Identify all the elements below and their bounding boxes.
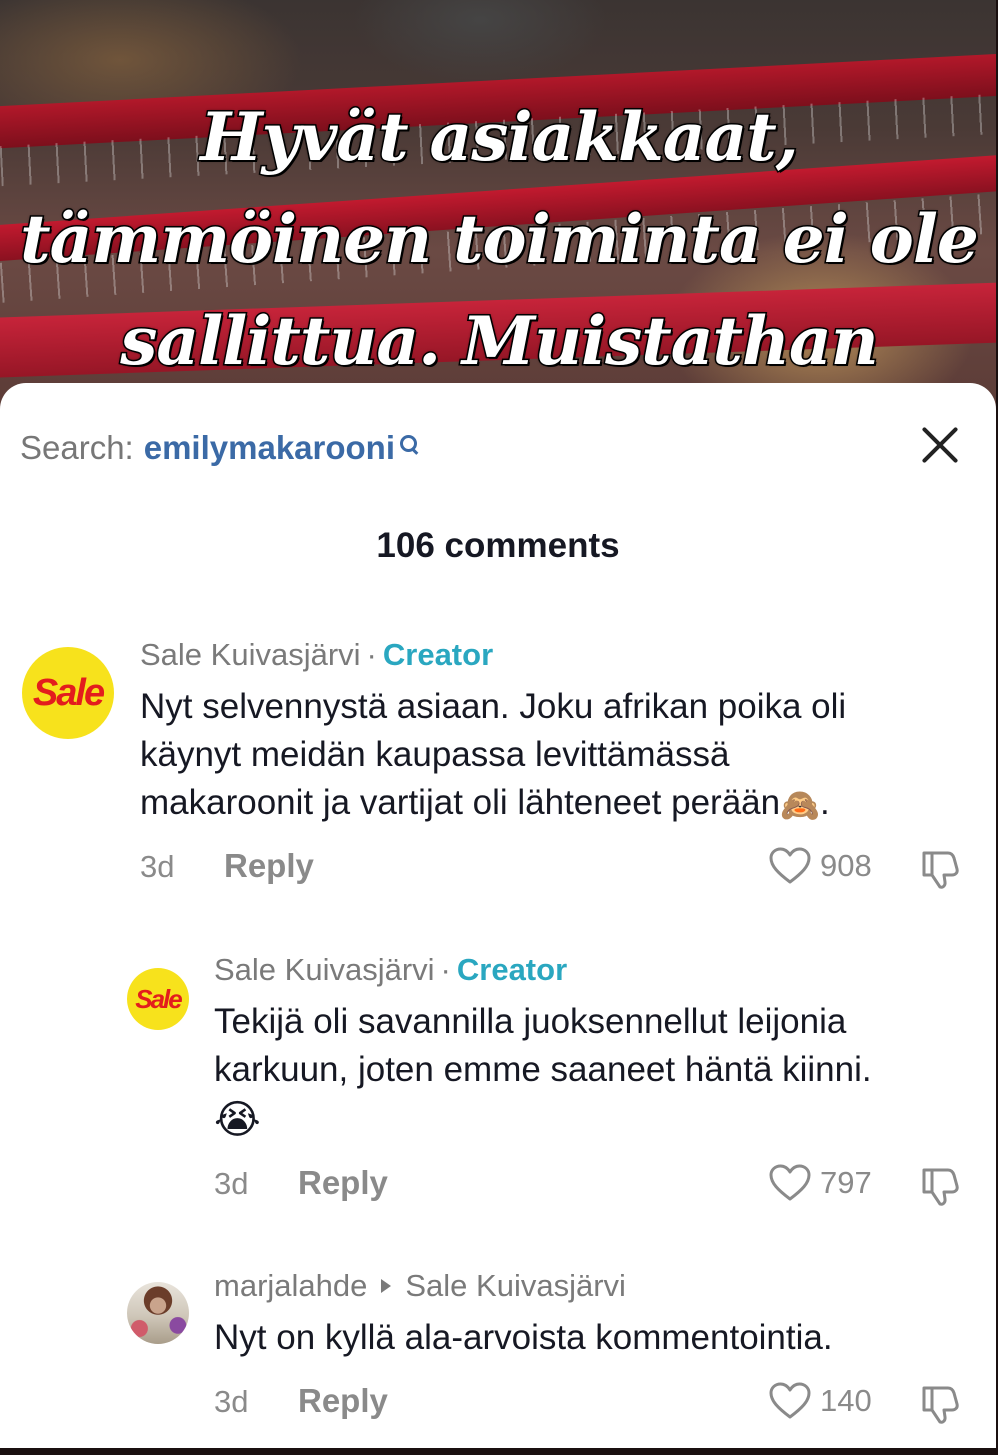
caption-line: tämmöinen toiminta ei ole	[19, 199, 981, 280]
close-icon[interactable]	[920, 425, 960, 465]
reply-button[interactable]: Reply	[298, 1382, 388, 1420]
creator-badge: Creator	[382, 637, 494, 672]
reply-button[interactable]: Reply	[224, 847, 314, 885]
comments-sheet: Search: emilymakarooni 106 comments Sale…	[0, 383, 996, 1448]
thumb-down-icon	[922, 1168, 959, 1206]
comment-line: Tekijä oli savannilla juoksennellut leij…	[214, 1002, 847, 1041]
comment-author-line: Sale Kuivasjärvi · Creator	[140, 637, 493, 673]
avatar[interactable]: Sale	[127, 968, 189, 1030]
comment-author-line: Sale Kuivasjärvi · Creator	[214, 952, 567, 988]
separator: ·	[440, 952, 451, 987]
like-count: 908	[820, 848, 872, 883]
dislike-icon[interactable]	[918, 1164, 962, 1208]
comment-author-line: marjalahde Sale Kuivasjärvi	[214, 1268, 626, 1304]
heart-icon	[769, 1164, 811, 1201]
screen-border	[0, 1448, 998, 1455]
search-suggestion[interactable]: Search: emilymakarooni	[20, 423, 421, 473]
thumb-down-icon	[922, 1386, 959, 1424]
like-count: 797	[820, 1165, 872, 1200]
comment-line: käynyt meidän kaupassa levittämässä	[140, 735, 730, 774]
creator-badge: Creator	[456, 952, 568, 987]
author-name[interactable]: marjalahde	[214, 1268, 367, 1303]
heart-icon	[769, 847, 811, 884]
separator: ·	[366, 637, 377, 672]
comment-line: 😭	[214, 1094, 872, 1142]
avatar-logo-text: Sale	[135, 983, 182, 1014]
search-label: Search:	[20, 429, 134, 466]
dislike-icon[interactable]	[918, 1382, 962, 1426]
comment-line: Nyt selvennystä asiaan. Joku afrikan poi…	[140, 687, 847, 726]
comment-line: makaroonit ja vartijat oli lähteneet per…	[140, 779, 846, 827]
caption-line: sallittua. Muistathan	[119, 301, 881, 382]
video-caption: Hyvät asiakkaat, tämmöinen toiminta ei o…	[0, 86, 998, 392]
comment-time: 3d	[140, 849, 175, 884]
like-button[interactable]: 908	[768, 843, 872, 889]
like-button[interactable]: 140	[768, 1378, 872, 1424]
comment-text: Nyt selvennystä asiaan. Joku afrikan poi…	[140, 683, 846, 827]
reply-button[interactable]: Reply	[298, 1164, 388, 1202]
comment-line: Nyt on kyllä ala-arvoista kommentointia.	[214, 1318, 833, 1357]
thumb-down-icon	[922, 851, 959, 889]
search-term-link[interactable]: emilymakarooni	[144, 429, 395, 467]
reply-arrow-icon	[381, 1279, 392, 1294]
see-no-evil-monkey-emoji: 🙈	[780, 786, 820, 823]
author-name[interactable]: Sale Kuivasjärvi	[214, 952, 435, 987]
avatar[interactable]	[127, 1282, 189, 1344]
video-frame: Hyvät asiakkaat, tämmöinen toiminta ei o…	[0, 0, 998, 420]
avatar[interactable]: Sale	[22, 647, 114, 739]
comment-time: 3d	[214, 1384, 249, 1419]
dislike-icon[interactable]	[918, 847, 962, 891]
comment-text: Nyt on kyllä ala-arvoista kommentointia.	[214, 1314, 833, 1362]
author-name[interactable]: Sale Kuivasjärvi	[140, 637, 361, 672]
reply-to-name[interactable]: Sale Kuivasjärvi	[405, 1268, 626, 1303]
comment-line: karkuun, joten emme saaneet häntä kiinni…	[214, 1050, 872, 1089]
crying-face-emoji: 😭	[214, 1097, 261, 1142]
comment-line-text: makaroonit ja vartijat oli lähteneet per…	[140, 783, 781, 822]
avatar-logo-text: Sale	[32, 671, 105, 714]
comments-count: 106 comments	[376, 526, 620, 565]
like-button[interactable]: 797	[768, 1160, 872, 1206]
comment-text: Tekijä oli savannilla juoksennellut leij…	[214, 998, 872, 1142]
comment-line-trailing: .	[819, 783, 830, 822]
search-icon	[397, 433, 421, 463]
heart-icon	[769, 1382, 811, 1419]
caption-line: Hyvät asiakkaat,	[199, 97, 801, 178]
like-count: 140	[820, 1383, 872, 1418]
comment-time: 3d	[214, 1166, 249, 1201]
